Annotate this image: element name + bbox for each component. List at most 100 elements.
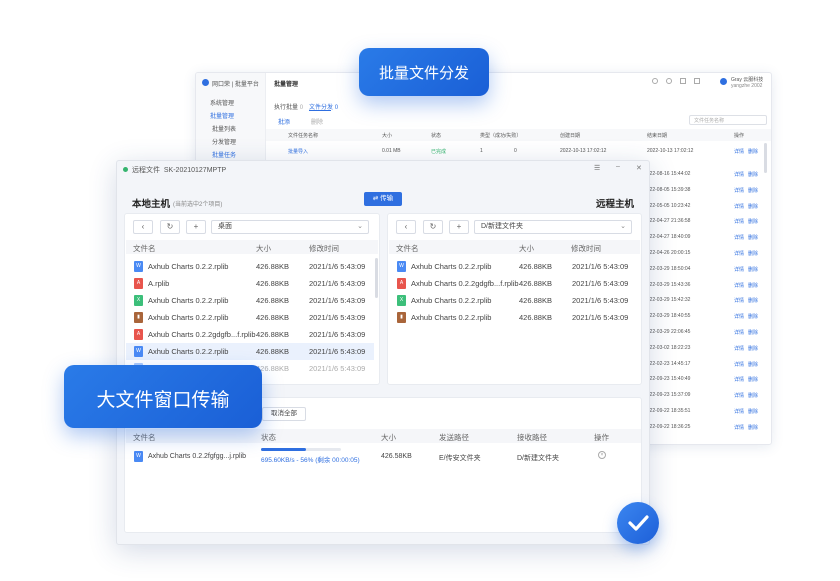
detail-link[interactable]: 详情 [734, 171, 744, 178]
delete-link[interactable]: 删除 [748, 313, 758, 320]
download-icon[interactable] [666, 78, 672, 84]
remote-back-icon[interactable]: ‹ [396, 220, 416, 234]
detail-link[interactable]: 详情 [734, 187, 744, 194]
delete-link[interactable]: 删除 [748, 171, 758, 178]
menu-icon[interactable]: ☰ [594, 164, 600, 172]
search-input[interactable]: 文件任务名称 [689, 115, 767, 125]
delete-link[interactable]: 删除 [748, 361, 758, 368]
detail-link[interactable]: 详情 [734, 392, 744, 399]
status-dot-icon [123, 167, 128, 172]
transfer-icon: ⇄ [372, 195, 379, 202]
file-row[interactable]: ▮ Axhub Charts 0.2.2.rplib 426.88KB 2021… [126, 309, 374, 326]
file-icon: W [134, 346, 143, 357]
file-name: Axhub Charts 0.2.2.rplib [148, 313, 229, 322]
detail-link[interactable]: 详情 [734, 313, 744, 320]
sidebar-item-distribution[interactable]: 分发管理 [212, 137, 236, 146]
sidebar-item-system[interactable]: 系统管理 [210, 98, 234, 107]
file-row[interactable]: W Axhub Charts 0.2.2.rplib 426.88KB 2021… [126, 258, 374, 275]
user-sub: yangzhe 2002 [731, 83, 763, 89]
file-time: 2021/1/6 5:43:09 [572, 313, 629, 322]
local-scrollbar[interactable] [375, 258, 378, 298]
check-icon [617, 502, 659, 544]
file-row[interactable]: X Axhub Charts 0.2.2.rplib 426.88KB 2021… [389, 292, 637, 309]
delete-link[interactable]: 删除 [748, 408, 758, 415]
back-icon[interactable]: ‹ [133, 220, 153, 234]
new-folder-icon[interactable]: + [186, 220, 206, 234]
tab-execute[interactable]: 执行批量 0 [274, 102, 303, 111]
file-row[interactable]: X Axhub Charts 0.2.2.rplib 426.88KB 2021… [126, 292, 374, 309]
delete-link[interactable]: 删除 [748, 218, 758, 225]
cancel-all-button[interactable]: 取消全部 [262, 407, 306, 421]
file-row[interactable]: W Axhub Charts 0.2.2.rplib 426.88KB 2021… [389, 258, 637, 275]
remote-path-select[interactable]: D/新建文件夹 ⌄ [474, 220, 632, 234]
file-size: 426.88KB [256, 279, 289, 288]
delete-button[interactable]: 删除 [311, 117, 323, 126]
avatar[interactable] [720, 78, 727, 85]
detail-link[interactable]: 详情 [734, 218, 744, 225]
delete-link[interactable]: 删除 [748, 345, 758, 352]
transfer-button[interactable]: ⇄ 传输 [364, 192, 402, 206]
add-button[interactable]: 批添 [278, 117, 290, 126]
detail-link[interactable]: 详情 [734, 329, 744, 336]
delete-link[interactable]: 删除 [748, 376, 758, 383]
file-size: 426.88KB [256, 330, 289, 339]
scrollbar[interactable] [764, 143, 767, 173]
local-host-title: 本地主机 [132, 199, 171, 210]
detail-link[interactable]: 详情 [734, 250, 744, 257]
detail-link[interactable]: 详情 [734, 376, 744, 383]
file-size: 426.88KB [519, 262, 552, 271]
file-row[interactable]: A A.rplib 426.88KB 2021/1/6 5:43:09 [126, 275, 374, 292]
file-row[interactable]: ▮ Axhub Charts 0.2.2.rplib 426.88KB 2021… [389, 309, 637, 326]
detail-link[interactable]: 详情 [734, 345, 744, 352]
settings-icon[interactable] [694, 78, 700, 84]
cancel-transfer-icon[interactable]: × [598, 451, 606, 459]
file-size: 426.88KB [519, 279, 552, 288]
table-row[interactable]: 批量导入 0.01 MB 已完成 1 0 2022-10-13 17:02:12… [266, 145, 771, 157]
delete-link[interactable]: 删除 [748, 329, 758, 336]
detail-link[interactable]: 详情 [734, 234, 744, 241]
delete-link[interactable]: 删除 [748, 297, 758, 304]
batch-distribution-badge: 批量文件分发 [359, 48, 489, 96]
transfer-status: 695.60KB/s - 56% (剩余 00:00:05) [261, 457, 360, 464]
share-icon[interactable] [680, 78, 686, 84]
queue-row[interactable]: W Axhub Charts 0.2.2fgfgg...j.rplib 695.… [126, 446, 641, 468]
delete-link[interactable]: 删除 [748, 266, 758, 273]
detail-link[interactable]: 详情 [734, 361, 744, 368]
file-row[interactable]: A Axhub Charts 0.2.2gdgfb...f.rplib 426.… [389, 275, 637, 292]
file-icon: W [134, 451, 143, 462]
delete-link[interactable]: 删除 [748, 187, 758, 194]
delete-link[interactable]: 删除 [748, 234, 758, 241]
file-icon: ▮ [397, 312, 406, 323]
sidebar-item-batch[interactable]: 批量管理 [210, 111, 234, 120]
file-time: 2021/1/6 5:43:09 [309, 279, 366, 288]
delete-link[interactable]: 删除 [748, 282, 758, 289]
file-name: Axhub Charts 0.2.2.rplib [148, 296, 229, 305]
detail-link[interactable]: 详情 [734, 203, 744, 210]
file-time: 2021/1/6 5:43:09 [309, 330, 366, 339]
file-size: 426.88KB [256, 296, 289, 305]
remote-new-folder-icon[interactable]: + [449, 220, 469, 234]
refresh-icon[interactable]: ↻ [160, 220, 180, 234]
delete-link[interactable]: 删除 [748, 203, 758, 210]
remote-refresh-icon[interactable]: ↻ [423, 220, 443, 234]
detail-link[interactable]: 详情 [734, 266, 744, 273]
file-icon: A [397, 278, 406, 289]
delete-link[interactable]: 删除 [748, 424, 758, 431]
sidebar-item-batch-list[interactable]: 批量列表 [212, 124, 236, 133]
file-row[interactable]: W Axhub Charts 0.2.2.rplib 426.88KB 2021… [126, 343, 374, 360]
local-path-select[interactable]: 桌面 ⌄ [211, 220, 369, 234]
file-time: 2021/1/6 5:43:09 [572, 279, 629, 288]
detail-link[interactable]: 详情 [734, 424, 744, 431]
notification-icon[interactable] [652, 78, 658, 84]
detail-link[interactable]: 详情 [734, 408, 744, 415]
close-icon[interactable]: ✕ [636, 164, 642, 172]
delete-link[interactable]: 删除 [748, 250, 758, 257]
minimize-icon[interactable]: – [616, 163, 620, 170]
file-time: 2021/1/6 5:43:09 [309, 296, 366, 305]
detail-link[interactable]: 详情 [734, 297, 744, 304]
file-row[interactable]: A Axhub Charts 0.2.2gdgfb...f.rplib 426.… [126, 326, 374, 343]
sidebar-item-batch-task[interactable]: 批量任务 [212, 150, 236, 159]
delete-link[interactable]: 删除 [748, 392, 758, 399]
progress-fill [261, 448, 306, 451]
detail-link[interactable]: 详情 [734, 282, 744, 289]
